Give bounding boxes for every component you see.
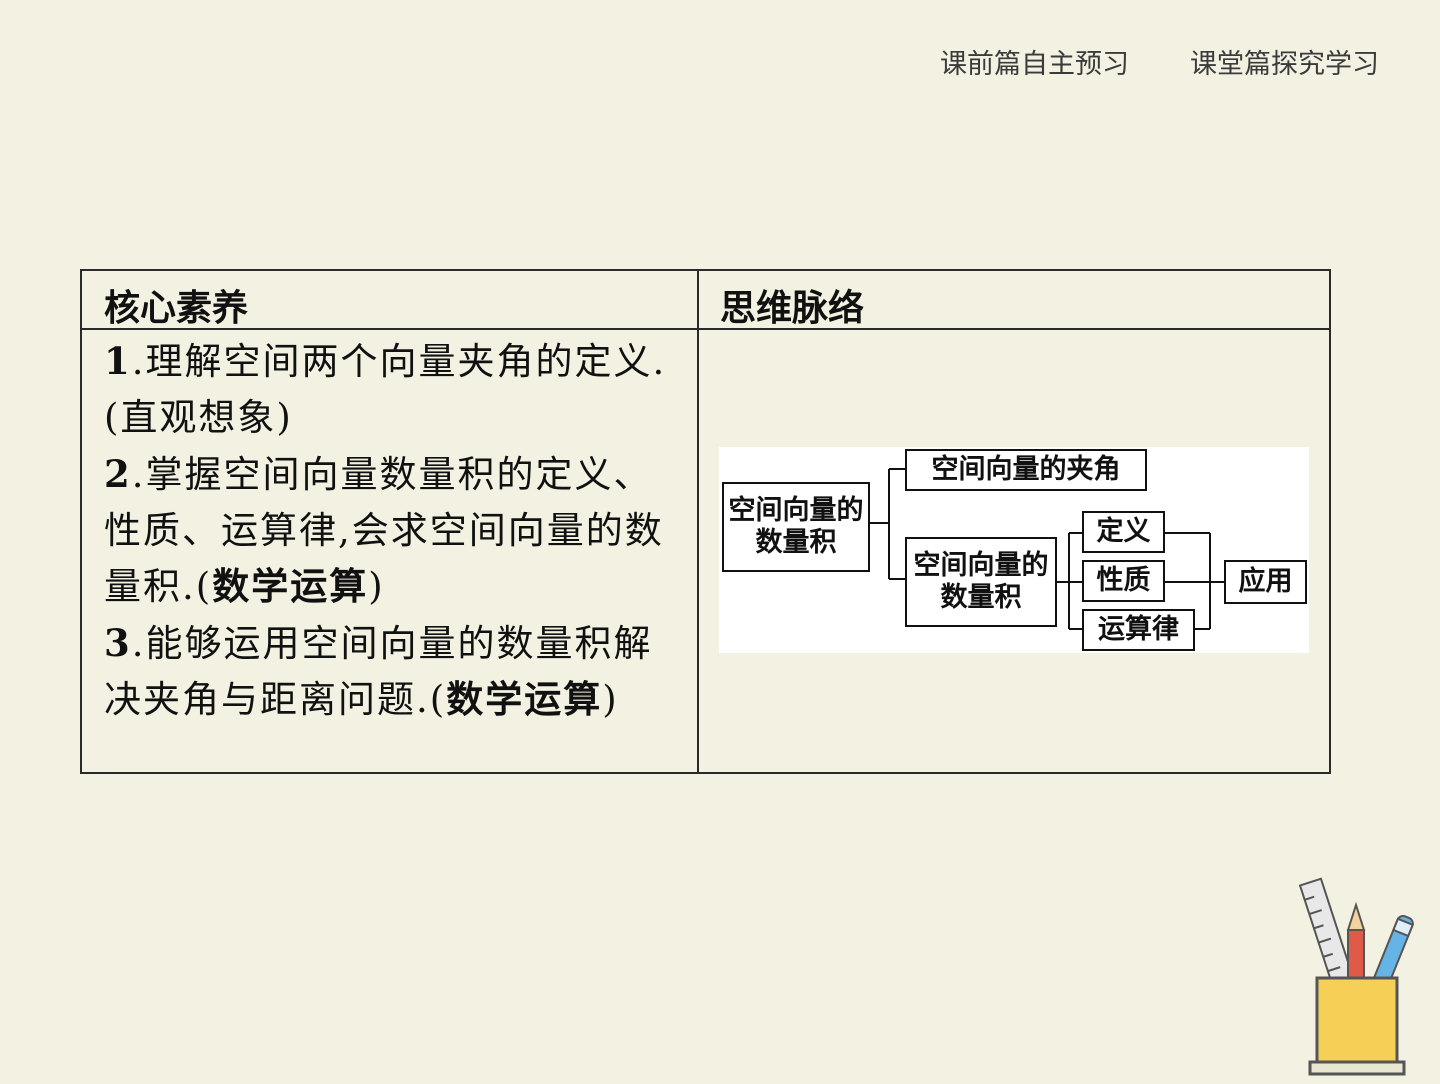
list-item: 3.能够运用空间向量的数量积解决夹角与距离问题.(数学运算) bbox=[104, 621, 653, 721]
mindmap-root-node: 空间向量的数量积 bbox=[722, 482, 870, 572]
top-navigation: 课前篇自主预习 课堂篇探究学习 bbox=[0, 42, 1440, 82]
mindmap-application-node: 应用 bbox=[1224, 560, 1307, 604]
mindmap-definition-node: 定义 bbox=[1082, 511, 1165, 553]
mindmap-product-node: 空间向量的数量积 bbox=[905, 537, 1057, 627]
pencil-cup-icon bbox=[1290, 870, 1440, 1080]
header-core-literacy: 核心素养 bbox=[104, 288, 249, 329]
objectives-table: 核心素养 思维脉络 1.理解空间两个向量夹角的定义.(直观想象) 2.掌握空间向… bbox=[80, 269, 1331, 774]
core-literacy-list: 1.理解空间两个向量夹角的定义.(直观想象) 2.掌握空间向量数量积的定义、性质… bbox=[104, 333, 679, 728]
list-item: 1.理解空间两个向量夹角的定义.(直观想象) bbox=[104, 339, 667, 439]
tab-inclass-exploration[interactable]: 课堂篇探究学习 bbox=[1190, 42, 1379, 81]
mindmap-angle-node: 空间向量的夹角 bbox=[905, 449, 1147, 491]
list-item: 2.掌握空间向量数量积的定义、性质、运算律,会求空间向量的数量积.(数学运算) bbox=[104, 452, 664, 608]
mindmap-property-node: 性质 bbox=[1082, 560, 1165, 602]
header-divider bbox=[82, 328, 1329, 330]
mind-map-diagram: 空间向量的数量积 空间向量的夹角 空间向量的数量积 定义 性质 运算律 应用 bbox=[719, 447, 1309, 653]
header-thinking-context: 思维脉络 bbox=[720, 288, 865, 329]
tab-preclass-preview[interactable]: 课前篇自主预习 bbox=[940, 42, 1129, 81]
mindmap-law-node: 运算律 bbox=[1082, 609, 1195, 651]
column-divider bbox=[697, 271, 699, 772]
